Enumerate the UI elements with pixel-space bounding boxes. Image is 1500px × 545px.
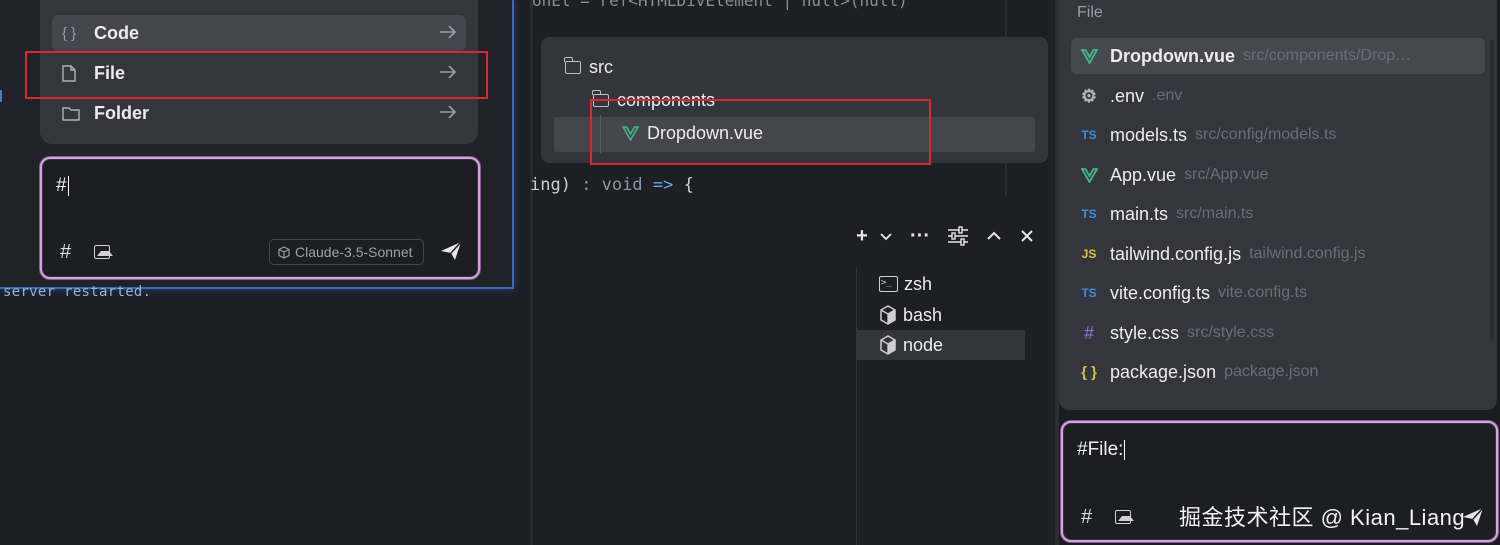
terminal-name: node	[903, 334, 944, 355]
chat-input-text[interactable]: #File:	[1077, 439, 1126, 461]
file-path: .env	[1152, 87, 1183, 104]
file-name: vite.config.ts	[1110, 282, 1211, 303]
image-icon[interactable]	[94, 245, 113, 259]
vue-icon	[1079, 48, 1099, 64]
ts-icon: TS	[1081, 207, 1097, 221]
terminal-output-line: server restarted.	[3, 284, 152, 300]
tree-item-label: src	[589, 57, 613, 77]
close-icon[interactable]	[1019, 228, 1035, 244]
terminal-icon: >_	[879, 276, 898, 292]
file-item-vite-config[interactable]: TS vite.config.ts vite.config.ts	[1071, 275, 1485, 311]
file-path: src/main.ts	[1176, 205, 1254, 222]
file-name: App.vue	[1110, 164, 1177, 185]
js-icon: JS	[1081, 247, 1097, 261]
chevron-up-icon[interactable]	[985, 227, 1003, 245]
terminal-item-node[interactable]: node	[857, 330, 1025, 360]
middle-panel: onEl = ref<HTMLDivElement | null>(null) …	[530, 0, 1055, 545]
cube-small-icon	[278, 245, 290, 259]
arrow-right-icon	[440, 25, 457, 39]
terminal-panel: + ··· >_ zsh bash node	[534, 205, 1055, 545]
file-name: main.ts	[1110, 203, 1169, 224]
terminal-item-bash[interactable]: bash	[857, 300, 1025, 330]
ts-icon: TS	[1081, 128, 1097, 142]
vue-icon	[1079, 167, 1099, 183]
plus-icon[interactable]: +	[851, 225, 873, 247]
menu-item-label: Folder	[94, 102, 150, 123]
scrollbar[interactable]	[1490, 40, 1494, 340]
sliders-icon[interactable]	[947, 226, 969, 246]
terminal-toolbar: + ···	[851, 225, 1035, 247]
folder-icon	[62, 106, 82, 121]
hash-icon[interactable]: #	[60, 241, 71, 264]
highlight-box-file	[25, 51, 488, 99]
panel-divider	[530, 0, 533, 545]
menu-item-code[interactable]: { } Code	[52, 15, 466, 51]
code-line-top: onEl = ref<HTMLDivElement | null>(null)	[532, 0, 908, 10]
file-name: .env	[1110, 85, 1145, 106]
file-item-app-vue[interactable]: App.vue src/App.vue	[1071, 157, 1485, 193]
watermark-text: 掘金技术社区 @ Kian_Liang	[1179, 505, 1466, 530]
gear-icon: ⚙	[1080, 85, 1098, 106]
file-path: package.json	[1224, 363, 1319, 380]
highlight-box-dropdown	[590, 99, 931, 165]
file-item-env[interactable]: ⚙ .env .env	[1071, 78, 1485, 114]
file-item-tailwind-config[interactable]: JS tailwind.config.js tailwind.config.js	[1071, 236, 1485, 272]
file-item-style-css[interactable]: # style.css src/style.css	[1071, 315, 1485, 351]
tree-item-src[interactable]: src	[564, 57, 613, 78]
model-name: Claude-3.5-Sonnet	[295, 244, 413, 260]
cube-icon	[880, 305, 896, 325]
file-path: src/config/models.ts	[1195, 126, 1337, 143]
css-icon: #	[1083, 322, 1094, 343]
chat-input-text[interactable]: #	[56, 175, 69, 197]
file-picker-popover: File Dropdown.vue src/components/Drop… ⚙…	[1059, 0, 1497, 410]
terminal-list: >_ zsh bash node	[856, 267, 1055, 545]
send-icon[interactable]	[439, 239, 463, 263]
file-item-main-ts[interactable]: TS main.ts src/main.ts	[1071, 196, 1485, 232]
file-path: tailwind.config.js	[1249, 245, 1366, 262]
file-name: Dropdown.vue	[1110, 45, 1235, 66]
hash-icon[interactable]: #	[1081, 506, 1092, 529]
file-item-models-ts[interactable]: TS models.ts src/config/models.ts	[1071, 117, 1485, 153]
file-item-dropdown-vue[interactable]: Dropdown.vue src/components/Drop…	[1071, 38, 1485, 74]
gutter-marker	[0, 90, 2, 102]
file-item-package-json[interactable]: { } package.json package.json	[1071, 354, 1485, 390]
file-name: style.css	[1110, 322, 1180, 343]
chevron-down-icon[interactable]	[879, 229, 893, 243]
file-name: models.ts	[1110, 124, 1188, 145]
right-panel: File Dropdown.vue src/components/Drop… ⚙…	[1055, 0, 1500, 545]
file-path: src/App.vue	[1184, 166, 1269, 183]
file-name: package.json	[1110, 361, 1217, 382]
file-name: tailwind.config.js	[1110, 243, 1242, 264]
ts-icon: TS	[1081, 286, 1097, 300]
file-path: src/style.css	[1187, 324, 1275, 341]
file-path: src/components/Drop…	[1243, 47, 1412, 64]
cube-icon	[880, 335, 896, 355]
terminal-name: zsh	[904, 273, 933, 294]
menu-item-label: Code	[94, 22, 139, 43]
braces-icon: { }	[62, 24, 77, 42]
terminal-name: bash	[903, 304, 943, 325]
arrow-right-icon	[440, 105, 457, 119]
chat-input-box[interactable]: # # Claude-3.5-Sonnet	[40, 157, 480, 279]
terminal-item-zsh[interactable]: >_ zsh	[857, 269, 1025, 299]
folder-icon	[564, 57, 581, 74]
code-line-signature: ing) : void => {	[530, 175, 694, 195]
file-picker-header: File	[1077, 4, 1103, 21]
json-icon: { }	[1081, 363, 1097, 381]
image-icon[interactable]	[1115, 510, 1134, 524]
more-icon[interactable]: ···	[909, 225, 931, 247]
file-path: vite.config.ts	[1218, 284, 1307, 301]
model-selector[interactable]: Claude-3.5-Sonnet	[269, 239, 424, 265]
menu-item-folder[interactable]: Folder	[52, 95, 466, 131]
left-panel: { } Code File Folder # # Claude-3.5-Sonn…	[0, 0, 530, 545]
